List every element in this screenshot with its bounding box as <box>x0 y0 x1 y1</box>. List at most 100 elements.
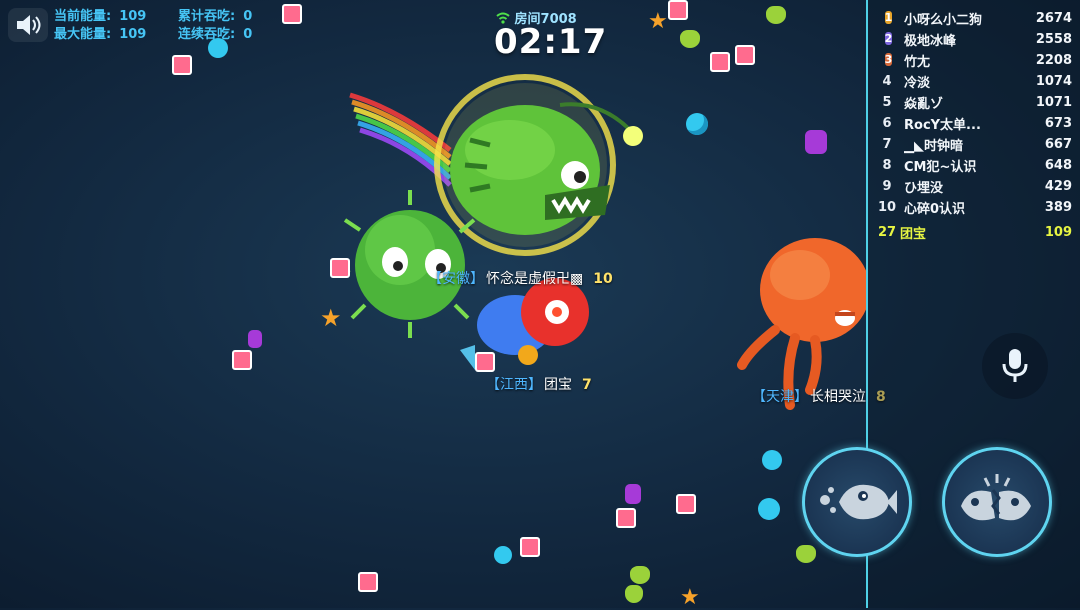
gold-medal-icon: 1 <box>884 11 893 24</box>
candy-pellet <box>758 498 780 520</box>
leaderboard-score: 1071 <box>1035 94 1072 110</box>
leaderboard-row: 2 极地冰峰 2558 <box>876 29 1072 49</box>
candy-pellet <box>475 352 495 372</box>
leaderboard-name: CM犯~认识 <box>904 159 977 175</box>
leaderboard-score: 667 <box>1044 136 1072 152</box>
leaderboard-rank: 7 <box>882 136 892 152</box>
candy-pellet <box>735 45 755 65</box>
candy-pellet <box>282 4 302 24</box>
candy-pellet <box>172 55 192 75</box>
leaderboard-row: 1 小呀么小二狗 2674 <box>876 8 1072 28</box>
player-name: 怀念是虚假卍▩ <box>486 271 584 287</box>
self-name: 团宝 <box>900 226 927 242</box>
total-eaten: 累计吞吃: 0 <box>178 8 252 26</box>
candy-pellet <box>630 566 650 584</box>
player-tag-jiangxi: 【江西】 团宝 7 <box>486 374 592 394</box>
star-pellet: ★ <box>320 304 342 332</box>
player-province: 【天津】 <box>752 389 808 405</box>
leaderboard-self-row: 27 团宝 109 <box>876 222 1072 242</box>
candy-pellet <box>680 30 700 48</box>
max-energy-label: 最大能量: <box>54 27 112 42</box>
split-fish-icon <box>961 474 1031 521</box>
streak-eaten-label: 连续吞吃: <box>178 27 236 42</box>
leaderboard-name: RocY太单... <box>904 117 981 133</box>
candy-pellet <box>625 585 643 603</box>
candy-pellet <box>710 52 730 72</box>
leaderboard-name: 小呀么小二狗 <box>904 12 983 28</box>
candy-pellet <box>232 350 252 370</box>
leaderboard-row: 4 冷淡 1074 <box>876 71 1072 91</box>
leaderboard-row: 7 ▁◣时钟暗 667 <box>876 134 1072 154</box>
dash-button[interactable] <box>802 447 912 557</box>
microphone-icon <box>1002 349 1028 382</box>
leaderboard-score: 2674 <box>1035 10 1072 26</box>
match-timer: 02:17 <box>494 22 608 62</box>
player-province: 【江西】 <box>486 377 542 393</box>
leaderboard-rank: 10 <box>877 199 897 215</box>
self-rank: 27 <box>877 224 897 240</box>
leaderboard-name: 焱亂ゾ <box>904 96 944 112</box>
candy-pellet <box>625 484 641 504</box>
octopus-enemy <box>737 238 866 410</box>
leaderboard-name: ひ埋没 <box>904 180 944 196</box>
dash-fish-icon <box>820 484 897 520</box>
leaderboard-score: 2558 <box>1035 31 1072 47</box>
leaderboard-name: ▁◣时钟暗 <box>904 138 963 154</box>
self-score: 109 <box>1044 224 1072 240</box>
max-energy-value: 109 <box>119 27 147 42</box>
candy-pellet <box>668 0 688 20</box>
leaderboard-rank: 8 <box>882 157 892 173</box>
player-tag-anhui: 【安徽】 怀念是虚假卍▩ 10 <box>428 268 613 288</box>
leaderboard-score: 2208 <box>1035 52 1072 68</box>
candy-pellet <box>616 508 636 528</box>
candy-pellet <box>520 537 540 557</box>
leaderboard-row: 10 心碎0认识 389 <box>876 197 1072 217</box>
leaderboard-name: 极地冰峰 <box>904 33 957 49</box>
current-energy: 当前能量: 109 <box>54 8 146 26</box>
streak-eaten-value: 0 <box>243 27 253 42</box>
candy-pellet <box>762 450 782 470</box>
leaderboard-row: 8 CM犯~认识 648 <box>876 155 1072 175</box>
current-energy-label: 当前能量: <box>54 9 112 24</box>
candy-pellet <box>796 545 816 563</box>
current-energy-value: 109 <box>119 9 147 24</box>
leaderboard-score: 673 <box>1044 115 1072 131</box>
candy-pellet <box>358 572 378 592</box>
candy-pellet <box>766 6 786 24</box>
leaderboard-row: 6 RocY太单... 673 <box>876 113 1072 133</box>
total-eaten-label: 累计吞吃: <box>178 9 236 24</box>
leaderboard-rank: 5 <box>882 94 892 110</box>
leaderboard-name: 冷淡 <box>904 75 931 91</box>
speaker-icon <box>17 15 41 35</box>
max-energy: 最大能量: 109 <box>54 26 146 44</box>
leaderboard-score: 429 <box>1044 178 1072 194</box>
player-level: 7 <box>582 377 592 393</box>
player-name: 长相哭泣 <box>810 389 866 405</box>
player-province: 【安徽】 <box>428 271 484 287</box>
streak-eaten: 连续吞吃: 0 <box>178 26 252 44</box>
leaderboard-name: 心碎0认识 <box>904 201 966 217</box>
leaderboard-score: 648 <box>1044 157 1072 173</box>
leaderboard-name: 竹尢 <box>904 54 931 70</box>
split-button[interactable] <box>942 447 1052 557</box>
star-pellet: ★ <box>648 9 668 34</box>
candy-pellet <box>676 494 696 514</box>
total-eaten-value: 0 <box>243 9 253 24</box>
player-name: 团宝 <box>544 377 572 393</box>
leaderboard-row: 3 竹尢 2208 <box>876 50 1072 70</box>
candy-pellet <box>494 546 512 564</box>
leaderboard-score: 389 <box>1044 199 1072 215</box>
candy-pellet <box>805 130 827 154</box>
leaderboard-rank: 9 <box>882 178 892 194</box>
game-scene <box>334 74 866 410</box>
player-level: 10 <box>593 271 613 287</box>
voice-chat-button[interactable] <box>982 333 1048 399</box>
speaker-button[interactable] <box>8 8 48 42</box>
candy-pellet <box>248 330 262 348</box>
star-pellet: ★ <box>680 585 700 610</box>
leaderboard-score: 1074 <box>1035 73 1072 89</box>
silver-medal-icon: 2 <box>884 32 893 45</box>
leaderboard-rank: 6 <box>882 115 892 131</box>
bronze-medal-icon: 3 <box>884 53 893 66</box>
leaderboard-rank: 4 <box>882 73 892 89</box>
